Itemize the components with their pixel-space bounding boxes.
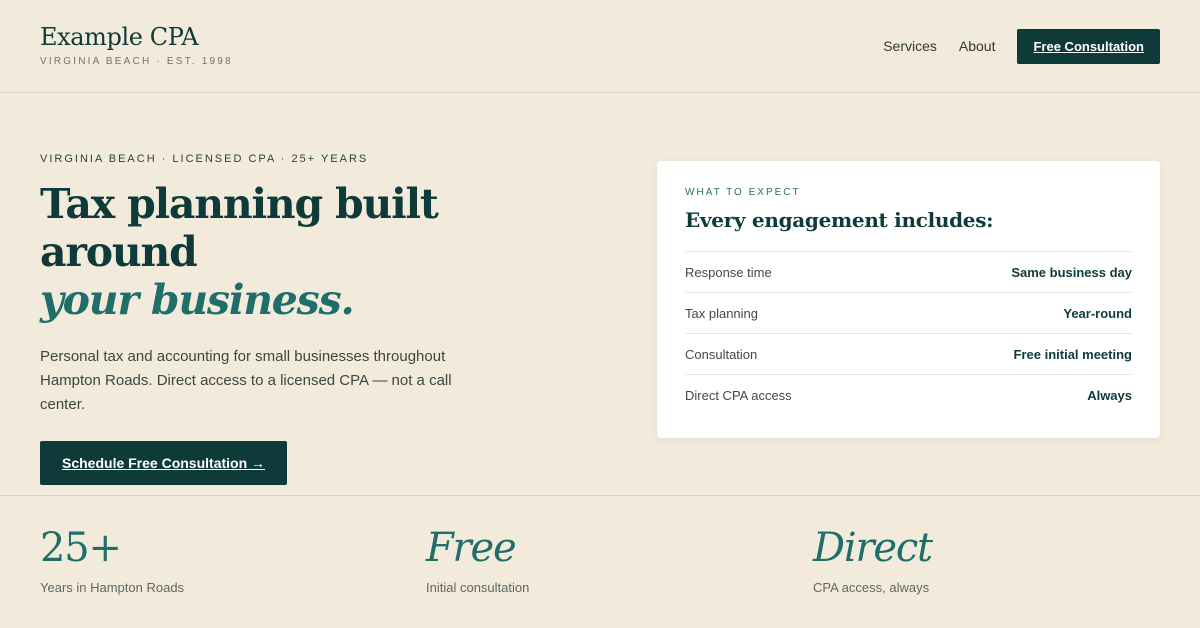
- stat-value: Direct: [813, 525, 933, 571]
- hero-headline-line-1: Tax planning built around: [40, 180, 439, 276]
- hero-content: VIRGINIA BEACH · LICENSED CPA · 25+ YEAR…: [40, 153, 600, 485]
- stats-strip: 25+ Years in Hampton Roads Free Initial …: [0, 496, 1200, 628]
- hero-headline: Tax planning built around your business.: [40, 180, 600, 325]
- schedule-consultation-button[interactable]: Schedule Free Consultation →: [40, 440, 288, 485]
- landing-page: Example CPA VIRGINIA BEACH · EST. 1998 S…: [0, 0, 1200, 628]
- free-consultation-button[interactable]: Free Consultation: [1017, 28, 1160, 64]
- nav-link-about[interactable]: About: [959, 38, 996, 54]
- stat-label: CPA access, always: [813, 580, 930, 595]
- stat-value: Free: [426, 525, 517, 571]
- card-title: Every engagement includes:: [685, 208, 994, 232]
- list-item-label: Direct CPA access: [685, 387, 792, 403]
- list-item: Tax planning Year-round: [685, 293, 1132, 334]
- hero-headline-line-2: your business.: [40, 275, 355, 324]
- hero-lead: Personal tax and accounting for small bu…: [40, 347, 452, 413]
- card-eyebrow: WHAT TO EXPECT: [685, 187, 801, 198]
- hero-eyebrow: VIRGINIA BEACH · LICENSED CPA · 25+ YEAR…: [40, 153, 369, 165]
- nav-link-services[interactable]: Services: [883, 38, 937, 54]
- list-item-label: Response time: [685, 264, 772, 280]
- primary-nav: Services About Free Consultation: [883, 28, 1160, 64]
- top-nav: Example CPA VIRGINIA BEACH · EST. 1998 S…: [0, 0, 1200, 93]
- list-item-label: Consultation: [685, 346, 758, 362]
- stat-direct: Direct CPA access, always: [813, 496, 1200, 595]
- stat-value: 25+: [40, 525, 122, 571]
- list-item-value: Year-round: [1063, 305, 1132, 321]
- brand-name[interactable]: Example CPA: [40, 24, 233, 50]
- list-item: Response time Same business day: [685, 252, 1132, 293]
- stat-free: Free Initial consultation: [426, 496, 813, 595]
- list-item-value: Always: [1087, 387, 1132, 403]
- list-item: Consultation Free initial meeting: [685, 334, 1132, 375]
- list-item: Direct CPA access Always: [685, 375, 1132, 415]
- brand-subtitle: VIRGINIA BEACH · EST. 1998: [40, 56, 233, 68]
- list-item-label: Tax planning: [685, 305, 758, 321]
- expectations-card: WHAT TO EXPECT Every engagement includes…: [657, 161, 1160, 438]
- stat-label: Years in Hampton Roads: [40, 580, 185, 595]
- stat-years: 25+ Years in Hampton Roads: [40, 496, 426, 595]
- brand[interactable]: Example CPA VIRGINIA BEACH · EST. 1998: [40, 24, 233, 68]
- hero-section: VIRGINIA BEACH · LICENSED CPA · 25+ YEAR…: [0, 93, 1200, 496]
- list-item-value: Free initial meeting: [1013, 346, 1132, 362]
- expectations-list: Response time Same business day Tax plan…: [685, 251, 1132, 415]
- stat-label: Initial consultation: [426, 580, 530, 595]
- list-item-value: Same business day: [1011, 264, 1132, 280]
